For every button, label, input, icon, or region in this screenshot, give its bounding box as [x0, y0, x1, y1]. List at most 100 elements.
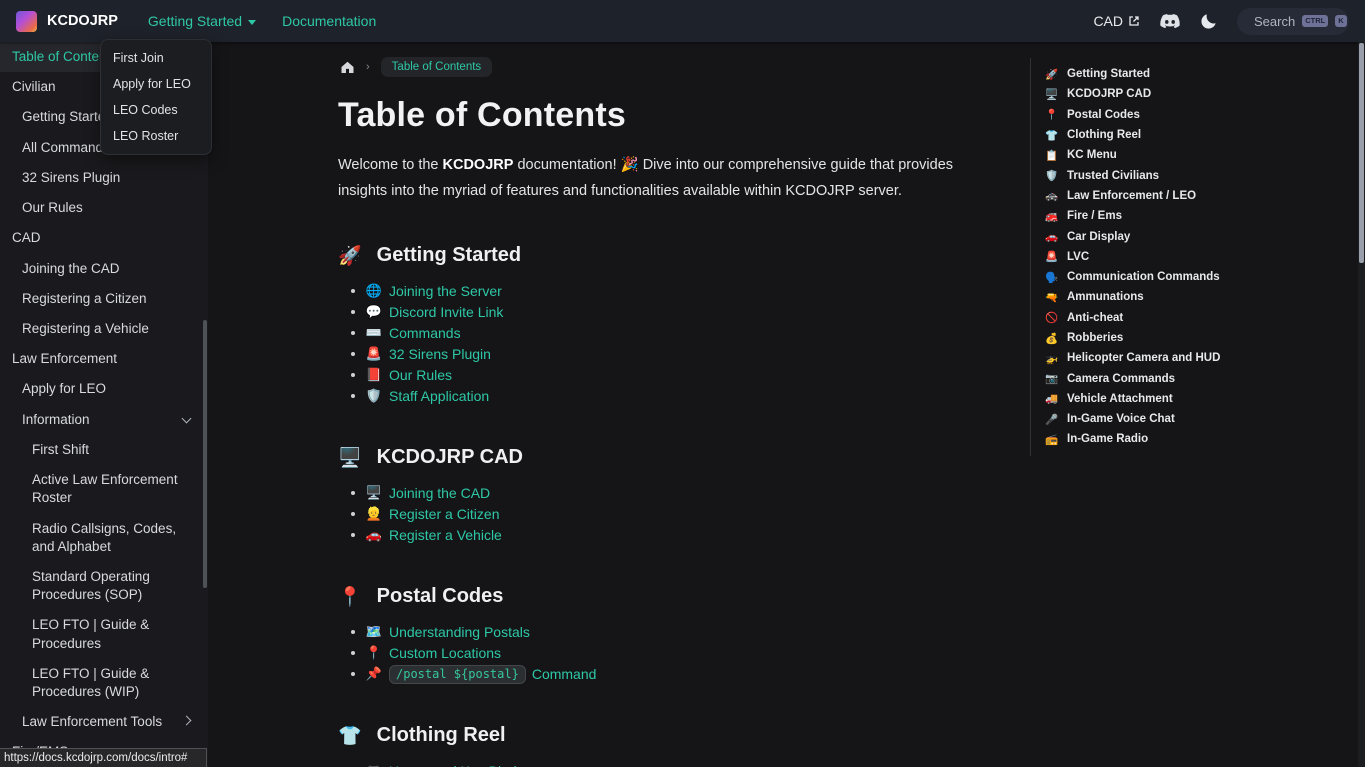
dropdown-item[interactable]: Apply for LEO [101, 71, 211, 97]
doc-link[interactable]: Understanding Postals [389, 624, 530, 640]
sidebar-item-label: 32 Sirens Plugin [22, 169, 198, 187]
site-logo[interactable] [16, 11, 37, 32]
sidebar-item[interactable]: Standard Operating Procedures (SOP) [0, 562, 208, 610]
toc-link[interactable]: 🗣️Communication Commands [1044, 267, 1270, 287]
sidebar-item[interactable]: Law Enforcement Tools [0, 707, 208, 737]
bullet-dot-icon [351, 651, 355, 655]
list-item: 👱Register a Citizen [338, 504, 1010, 525]
bullet-dot-icon [351, 289, 355, 293]
doc-link[interactable]: Joining the Server [389, 283, 502, 299]
toc-link[interactable]: 📍Postal Codes [1044, 105, 1270, 125]
home-icon[interactable] [340, 60, 355, 74]
sidebar-item[interactable]: Registering a Citizen [0, 284, 208, 314]
toc-emoji-icon: 🗣️ [1044, 271, 1059, 284]
nav-item-cad[interactable]: CAD [1093, 13, 1140, 29]
sidebar-item[interactable]: LEO FTO | Guide & Procedures (WIP) [0, 659, 208, 707]
bullet-dot-icon [351, 630, 355, 634]
list-item: ⌨️Commands [338, 323, 1010, 344]
nav-item-getting-started[interactable]: Getting Started [148, 13, 256, 29]
doc-link[interactable]: Register a Citizen [389, 506, 500, 522]
sidebar-item[interactable]: Registering a Vehicle [0, 314, 208, 344]
section-heading: 📍Postal Codes [338, 585, 1010, 609]
toc-link[interactable]: 🚁Helicopter Camera and HUD [1044, 348, 1270, 368]
sidebar-scrollbar[interactable] [203, 320, 207, 588]
kbd-ctrl: CTRL [1302, 15, 1328, 27]
sidebar-item[interactable]: Information [0, 405, 208, 435]
sidebar-item[interactable]: LEO FTO | Guide & Procedures [0, 610, 208, 658]
sidebar-item[interactable]: 32 Sirens Plugin [0, 163, 208, 193]
toc-link[interactable]: 🚀Getting Started [1044, 64, 1270, 84]
toc-link[interactable]: 🚓Law Enforcement / LEO [1044, 186, 1270, 206]
doc-link[interactable]: /postal ${postal}Command [389, 665, 596, 684]
list-item: 🗺️Understanding Postals [338, 622, 1010, 643]
dropdown-item[interactable]: First Join [101, 45, 211, 71]
sidebar-item[interactable]: First Shift [0, 435, 208, 465]
section-title-text: Postal Codes [377, 585, 504, 608]
toc-label: In-Game Radio [1067, 433, 1148, 445]
item-emoji-icon: 🚨 [364, 346, 384, 362]
doc-link[interactable]: Custom Locations [389, 645, 501, 661]
page-title: Table of Contents [338, 96, 1010, 135]
sidebar-item[interactable]: Active Law Enforcement Roster [0, 465, 208, 513]
toc-link[interactable]: 🚫Anti-cheat [1044, 308, 1270, 328]
sidebar-item[interactable]: Apply for LEO [0, 374, 208, 404]
toc-link[interactable]: 💰Robberies [1044, 328, 1270, 348]
page-scrollbar-thumb[interactable] [1359, 43, 1364, 263]
dark-mode-toggle[interactable] [1200, 12, 1218, 30]
list-item: 🚨 32 Sirens Plugin [338, 344, 1010, 365]
section-list: 🖥️ Joining the CAD 👱Register a Citizen🚗Reg… [338, 483, 1010, 546]
sidebar-item[interactable]: Joining the CAD [0, 254, 208, 284]
item-emoji-icon: 📕 [364, 367, 384, 383]
sidebar-item[interactable]: CAD [0, 223, 208, 253]
toc-emoji-icon: 🚓 [1044, 189, 1059, 202]
toc-link[interactable]: 🔫Ammunations [1044, 287, 1270, 307]
toc-link[interactable]: 🎤In-Game Voice Chat [1044, 409, 1270, 429]
list-item: 🚗Register a Vehicle [338, 525, 1010, 546]
section-title-text: Getting Started [377, 244, 521, 267]
doc-link[interactable]: Joining the CAD [389, 485, 490, 501]
doc-link[interactable]: Usage and Key Binds [389, 763, 524, 767]
chevron-right-icon[interactable] [182, 716, 192, 726]
section-title-text: Clothing Reel [377, 724, 506, 747]
doc-link[interactable]: Our Rules [389, 367, 452, 383]
dropdown-item[interactable]: LEO Codes [101, 97, 211, 123]
toc-link[interactable]: 🚚Vehicle Attachment [1044, 389, 1270, 409]
search-input[interactable]: Search CTRL K [1237, 8, 1349, 35]
item-emoji-icon: 🖥️ [364, 485, 384, 501]
toc-label: Car Display [1067, 231, 1130, 243]
brand-title[interactable]: KCDOJRP [47, 13, 118, 29]
chevron-down-icon[interactable] [182, 413, 192, 423]
toc-emoji-icon: 🚚 [1044, 392, 1059, 405]
discord-link[interactable] [1159, 13, 1181, 30]
toc-link[interactable]: 🛡️Trusted Civilians [1044, 165, 1270, 185]
sidebar-item[interactable]: Law Enforcement [0, 344, 208, 374]
sidebar-item[interactable]: Our Rules [0, 193, 208, 223]
toc-link[interactable]: 🚗Car Display [1044, 226, 1270, 246]
toc-link[interactable]: 🚨LVC [1044, 247, 1270, 267]
section-list: 🗺️Understanding Postals📍Custom Locations… [338, 622, 1010, 685]
sidebar-item-label: First Shift [32, 441, 182, 459]
nav-item-documentation[interactable]: Documentation [282, 13, 376, 29]
toc-link[interactable]: 📋KC Menu [1044, 145, 1270, 165]
breadcrumb-current[interactable]: Table of Contents [381, 57, 493, 77]
toc-link[interactable]: 👕Clothing Reel [1044, 125, 1270, 145]
bullet-dot-icon [351, 352, 355, 356]
toc-link[interactable]: 📻In-Game Radio [1044, 429, 1270, 449]
doc-link[interactable]: Discord Invite Link [389, 304, 503, 320]
doc-link[interactable]: Staff Application [389, 388, 489, 404]
toc-emoji-icon: 🚫 [1044, 311, 1059, 324]
doc-link[interactable]: Register a Vehicle [389, 527, 502, 543]
toc-emoji-icon: 💰 [1044, 332, 1059, 345]
doc-link[interactable]: Commands [389, 325, 461, 341]
sidebar-item-label: Law Enforcement Tools [22, 713, 177, 731]
sidebar-item-label: Law Enforcement [12, 350, 198, 368]
sidebar-item[interactable]: Radio Callsigns, Codes, and Alphabet [0, 514, 208, 562]
sidebar-item-label: Apply for LEO [22, 380, 198, 398]
toc-link[interactable]: 📷Camera Commands [1044, 368, 1270, 388]
dropdown-item[interactable]: LEO Roster [101, 123, 211, 149]
doc-link[interactable]: 32 Sirens Plugin [389, 346, 491, 362]
toc-link[interactable]: 🚒Fire / Ems [1044, 206, 1270, 226]
toc-label: Fire / Ems [1067, 210, 1122, 222]
toc-link[interactable]: 🖥️KCDOJRP CAD [1044, 84, 1270, 104]
list-item: 💬Discord Invite Link [338, 302, 1010, 323]
